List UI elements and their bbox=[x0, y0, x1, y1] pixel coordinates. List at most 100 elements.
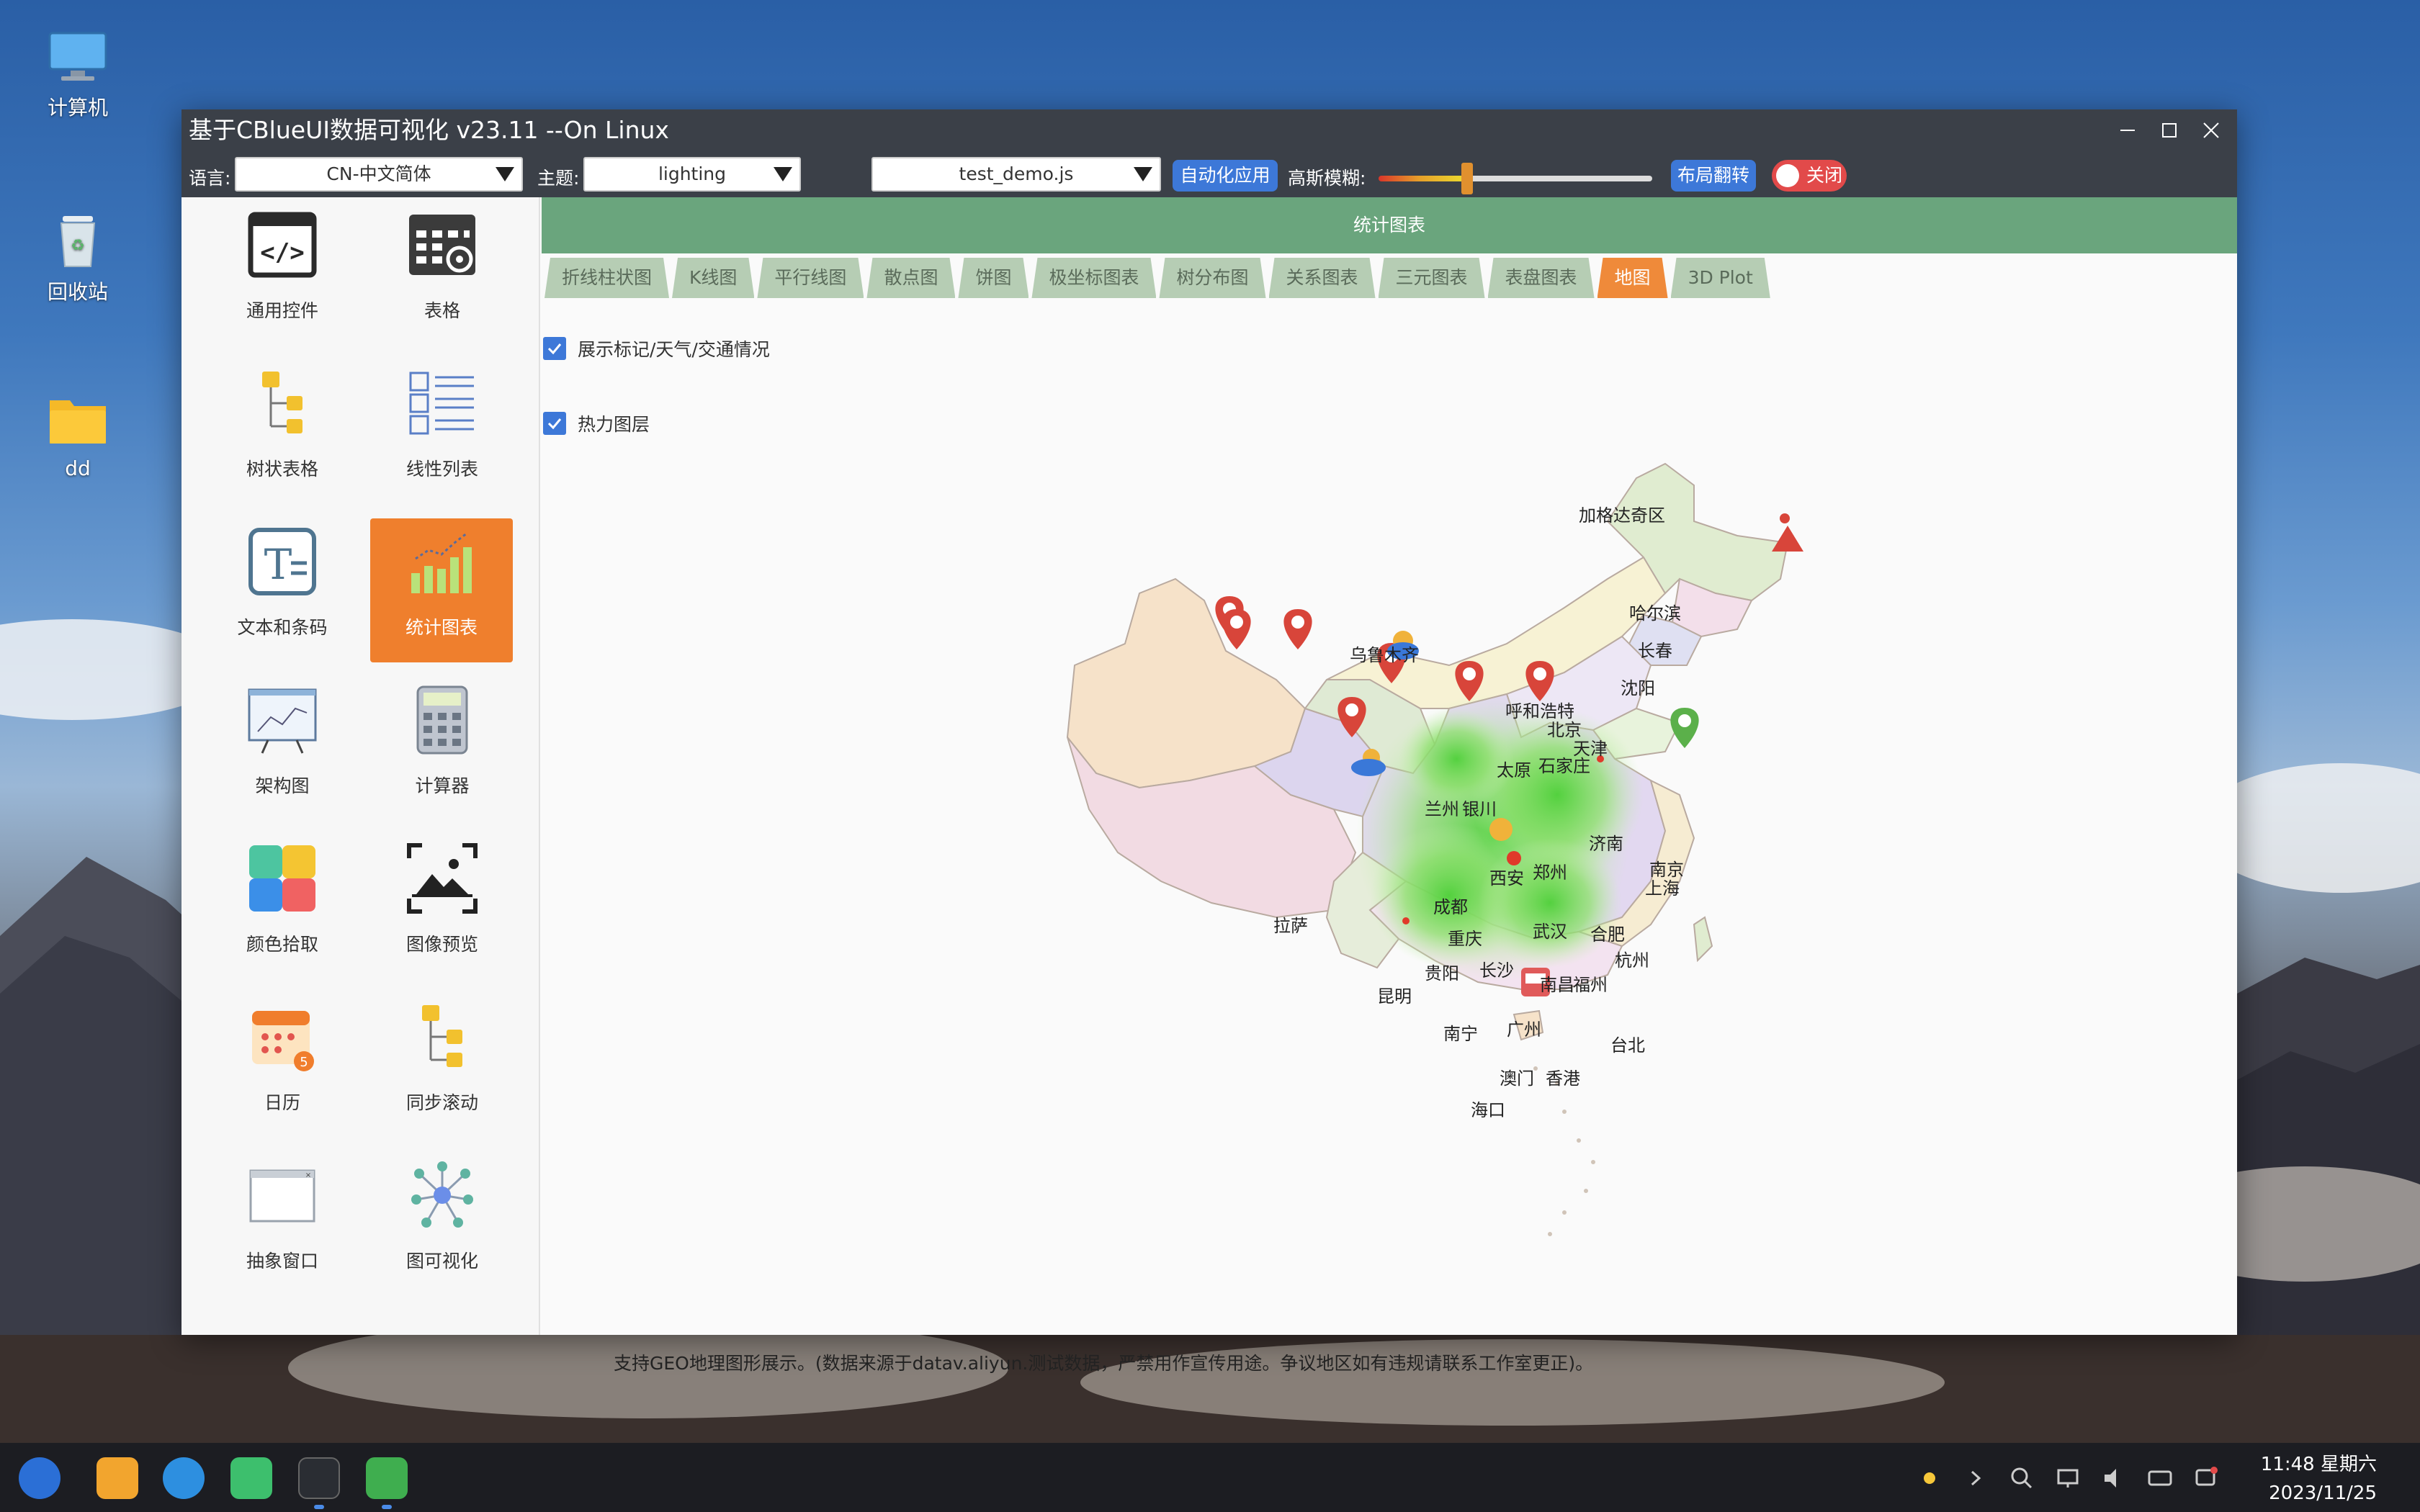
sidebar-item-tree-table[interactable]: 树状表格 bbox=[212, 360, 353, 504]
linear-list-icon bbox=[409, 372, 474, 435]
tab-ternary[interactable]: 三元图表 bbox=[1379, 258, 1485, 298]
script-select[interactable]: test_demo.js bbox=[871, 157, 1161, 192]
theme-label: 主题: bbox=[537, 168, 580, 189]
minimize-icon bbox=[2120, 130, 2135, 131]
china-map[interactable]: 加格达奇区 哈尔滨 长春 沈阳 乌鲁木齐 呼和浩特 北京 天津 石家庄 太原 兰… bbox=[542, 305, 2237, 1299]
city-label: 南昌 bbox=[1540, 975, 1574, 995]
svg-text:5: 5 bbox=[300, 1055, 308, 1070]
blur-label: 高斯模糊: bbox=[1288, 168, 1366, 189]
sidebar-item-calendar[interactable]: 5 日历 bbox=[212, 994, 353, 1138]
sidebar-item-common-controls[interactable]: </> 通用控件 bbox=[212, 202, 353, 346]
chevron-down-icon bbox=[496, 167, 514, 181]
region-xinjiang[interactable] bbox=[1066, 577, 1307, 789]
browser-icon[interactable] bbox=[163, 1457, 205, 1499]
launcher-icon[interactable] bbox=[19, 1457, 60, 1499]
running-indicator bbox=[314, 1505, 324, 1509]
maximize-button[interactable] bbox=[2151, 114, 2188, 147]
sidebar-item-linear-list[interactable]: 线性列表 bbox=[372, 360, 513, 504]
sidebar-item-graph-visualization[interactable]: 图可视化 bbox=[372, 1152, 513, 1296]
map-marker-icon[interactable] bbox=[1670, 708, 1699, 748]
city-label: 太原 bbox=[1497, 760, 1531, 780]
sidebar-item-image-preview[interactable]: 图像预览 bbox=[372, 835, 513, 979]
desktop-icon-computer[interactable]: 计算机 bbox=[27, 29, 128, 121]
sidebar-item-calculator[interactable]: 计算器 bbox=[372, 677, 513, 821]
running-indicator bbox=[382, 1505, 392, 1509]
region-taiwan[interactable] bbox=[1693, 916, 1713, 963]
desktop-icon-label: 计算机 bbox=[47, 96, 108, 120]
sidebar-item-abstract-window[interactable]: × 抽象窗口 bbox=[212, 1152, 353, 1296]
tab-polar[interactable]: 极坐标图表 bbox=[1031, 258, 1156, 298]
desktop-icon-trash[interactable]: ♻ 回收站 bbox=[27, 209, 128, 305]
svg-text:</>: </> bbox=[260, 238, 304, 267]
language-select[interactable]: CN-中文简体 bbox=[235, 157, 523, 192]
city-label: 兰州 bbox=[1425, 799, 1459, 819]
sidebar-item-label: 统计图表 bbox=[405, 617, 478, 638]
tab-gauge[interactable]: 表盘图表 bbox=[1488, 258, 1595, 298]
app-a-icon[interactable] bbox=[366, 1457, 408, 1499]
search-icon[interactable] bbox=[2008, 1464, 2035, 1492]
sidebar-item-charts[interactable]: 统计图表 bbox=[370, 518, 513, 662]
sync-scroll-icon bbox=[422, 1005, 462, 1067]
map-marker-icon[interactable] bbox=[1222, 609, 1251, 649]
blur-slider-handle[interactable] bbox=[1461, 163, 1473, 194]
bar-chart-icon bbox=[411, 531, 472, 593]
tab-pie[interactable]: 饼图 bbox=[958, 258, 1028, 298]
city-label: 广州 bbox=[1507, 1020, 1541, 1040]
city-label: 长春 bbox=[1638, 641, 1672, 661]
brightness-icon[interactable] bbox=[1916, 1464, 1943, 1492]
sidebar-item-architecture[interactable]: 架构图 bbox=[212, 677, 353, 821]
city-label: 北京 bbox=[1547, 720, 1582, 740]
minimize-button[interactable] bbox=[2109, 114, 2146, 147]
city-label: 合肥 bbox=[1590, 924, 1625, 945]
city-label: 贵阳 bbox=[1425, 963, 1459, 984]
image-preview-icon bbox=[407, 843, 478, 914]
close-button[interactable] bbox=[2192, 114, 2230, 147]
city-label: 石家庄 bbox=[1538, 756, 1590, 776]
tab-scatter[interactable]: 散点图 bbox=[866, 258, 955, 298]
tab-parallel[interactable]: 平行线图 bbox=[757, 258, 864, 298]
desktop-icon-folder[interactable]: dd bbox=[27, 389, 128, 480]
theme-select[interactable]: lighting bbox=[583, 157, 801, 192]
volume-icon[interactable] bbox=[2100, 1464, 2128, 1492]
map-marker-icon[interactable] bbox=[1283, 609, 1312, 649]
system-clock[interactable]: 11:48 星期六 2023/11/25 bbox=[2261, 1450, 2377, 1508]
toggle-switch[interactable]: 关闭 bbox=[1772, 160, 1847, 192]
sidebar-item-label: 图像预览 bbox=[405, 934, 478, 955]
folder-icon bbox=[50, 400, 106, 444]
expand-arrow-icon[interactable] bbox=[1962, 1464, 1989, 1492]
svg-text:×: × bbox=[305, 1171, 311, 1179]
files-icon[interactable] bbox=[97, 1457, 138, 1499]
terminal-icon[interactable] bbox=[298, 1457, 340, 1499]
city-label: 昆明 bbox=[1377, 986, 1412, 1007]
flip-layout-button[interactable]: 布局翻转 bbox=[1671, 160, 1756, 192]
sidebar: </> 通用控件 表格 树状表格 线性列表 T 文本和条码 统计图表 架构图 计… bbox=[182, 197, 540, 1335]
tab-map[interactable]: 地图 bbox=[1597, 258, 1668, 298]
sidebar-item-sync-scroll[interactable]: 同步滚动 bbox=[372, 994, 513, 1138]
sidebar-item-table[interactable]: 表格 bbox=[372, 202, 513, 346]
sidebar-item-label: 计算器 bbox=[415, 775, 470, 796]
blur-slider-track[interactable] bbox=[1379, 176, 1652, 181]
sidebar-item-label: 颜色拾取 bbox=[246, 934, 318, 955]
tab-line-bar[interactable]: 折线柱状图 bbox=[544, 258, 669, 298]
keyboard-icon[interactable] bbox=[2146, 1464, 2174, 1492]
sidebar-item-label: 线性列表 bbox=[405, 459, 478, 480]
tab-3d-plot[interactable]: 3D Plot bbox=[1671, 258, 1770, 298]
desktop-icon-label: dd bbox=[65, 456, 91, 480]
table-settings-icon bbox=[409, 215, 475, 275]
sidebar-item-text-barcode[interactable]: T 文本和条码 bbox=[212, 518, 353, 662]
language-select-value: CN-中文简体 bbox=[326, 163, 431, 184]
window-toolbar: 语言: CN-中文简体 主题: lighting test_demo.js 自动… bbox=[182, 151, 2237, 197]
sidebar-item-label: 日历 bbox=[264, 1092, 300, 1113]
city-label: 南宁 bbox=[1443, 1024, 1478, 1044]
calendar-icon: 5 bbox=[252, 1011, 314, 1071]
tab-kline[interactable]: K线图 bbox=[672, 258, 754, 298]
mail-icon[interactable] bbox=[230, 1457, 272, 1499]
notification-icon[interactable] bbox=[2192, 1464, 2220, 1492]
tab-tree[interactable]: 树分布图 bbox=[1159, 258, 1265, 298]
network-icon[interactable] bbox=[2054, 1464, 2081, 1492]
auto-apply-button[interactable]: 自动化应用 bbox=[1173, 160, 1278, 192]
city-label: 济南 bbox=[1589, 834, 1623, 854]
sidebar-item-color-picker[interactable]: 颜色拾取 bbox=[212, 835, 353, 979]
tab-relation[interactable]: 关系图表 bbox=[1269, 258, 1376, 298]
sidebar-item-label: 图可视化 bbox=[405, 1251, 478, 1272]
